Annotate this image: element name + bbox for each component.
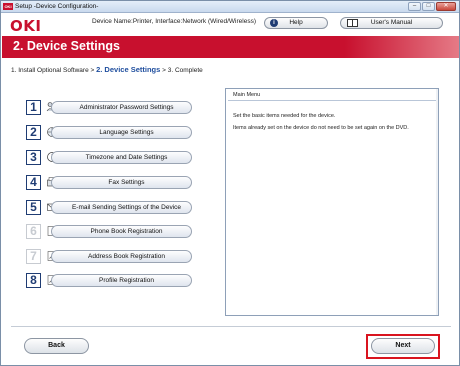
admin-password-settings-button[interactable]: Administrator Password Settings — [51, 101, 192, 114]
header: OKI Device Name:Printer, Interface:Netwo… — [2, 14, 459, 36]
breadcrumb-step-2: 2. Device Settings — [96, 65, 161, 74]
menu-item-profile: 8 Profile Registration — [26, 273, 192, 288]
step-number: 2 — [26, 125, 41, 140]
step-number: 8 — [26, 273, 41, 288]
panel-scrollbar[interactable] — [436, 89, 438, 315]
book-icon — [347, 19, 358, 27]
panel-title: Main Menu — [233, 92, 261, 98]
maximize-button[interactable]: □ — [422, 2, 435, 11]
language-settings-button[interactable]: Language Settings — [51, 126, 192, 139]
panel-divider — [228, 100, 437, 101]
section-banner: 2. Device Settings — [2, 36, 459, 58]
step-number: 4 — [26, 175, 41, 190]
email-sending-settings-button[interactable]: E-mail Sending Settings of the Device — [51, 201, 192, 214]
menu-item-timezone: 3 Timezone and Date Settings — [26, 150, 192, 165]
menu-item-admin-password: 1 Administrator Password Settings — [26, 100, 192, 115]
menu-item-address-book: 7 Address Book Registration — [26, 249, 192, 264]
breadcrumb: 1. Install Optional Software > 2. Device… — [11, 65, 203, 74]
footer-divider — [11, 326, 451, 327]
window-title: Setup -Device Configuration- — [15, 3, 99, 10]
panel-description-2: Items already set on the device do not n… — [233, 125, 409, 131]
next-button[interactable]: Next — [371, 338, 435, 354]
menu-item-language: 2 Language Settings — [26, 125, 192, 140]
phone-book-registration-button[interactable]: Phone Book Registration — [51, 225, 192, 238]
users-manual-label: User's Manual — [370, 19, 413, 26]
address-book-registration-button[interactable]: Address Book Registration — [51, 250, 192, 263]
help-button[interactable]: i Help — [264, 17, 328, 29]
oki-logo: OKI — [10, 17, 42, 35]
device-name-text: Device Name:Printer, Interface:Network (… — [92, 18, 256, 25]
help-button-label: Help — [289, 19, 303, 26]
title-bar: OKI Setup -Device Configuration- – □ ✕ — [1, 1, 459, 13]
minimize-button[interactable]: – — [408, 2, 421, 11]
back-button[interactable]: Back — [24, 338, 89, 354]
breadcrumb-step-3: > 3. Complete — [162, 67, 203, 74]
step-number: 1 — [26, 100, 41, 115]
timezone-date-settings-button[interactable]: Timezone and Date Settings — [51, 151, 192, 164]
step-number: 5 — [26, 200, 41, 215]
menu-item-email: 5 E-mail Sending Settings of the Device — [26, 200, 192, 215]
app-logo-icon: OKI — [3, 3, 13, 10]
info-panel: Main Menu Set the basic items needed for… — [225, 88, 439, 316]
menu-item-phone-book: 6 Phone Book Registration — [26, 224, 192, 239]
window-controls: – □ ✕ — [408, 2, 456, 11]
page-title: 2. Device Settings — [13, 39, 120, 53]
info-icon: i — [270, 19, 278, 27]
close-button[interactable]: ✕ — [436, 2, 456, 11]
setup-window: OKI Setup -Device Configuration- – □ ✕ O… — [0, 0, 460, 366]
step-number: 6 — [26, 224, 41, 239]
panel-description-1: Set the basic items needed for the devic… — [233, 113, 336, 119]
step-number: 7 — [26, 249, 41, 264]
fax-settings-button[interactable]: Fax Settings — [51, 176, 192, 189]
step-number: 3 — [26, 150, 41, 165]
profile-registration-button[interactable]: Profile Registration — [51, 274, 192, 287]
breadcrumb-step-1: 1. Install Optional Software > — [11, 67, 95, 74]
menu-item-fax: 4 Fax Settings — [26, 175, 192, 190]
users-manual-button[interactable]: User's Manual — [340, 17, 443, 29]
